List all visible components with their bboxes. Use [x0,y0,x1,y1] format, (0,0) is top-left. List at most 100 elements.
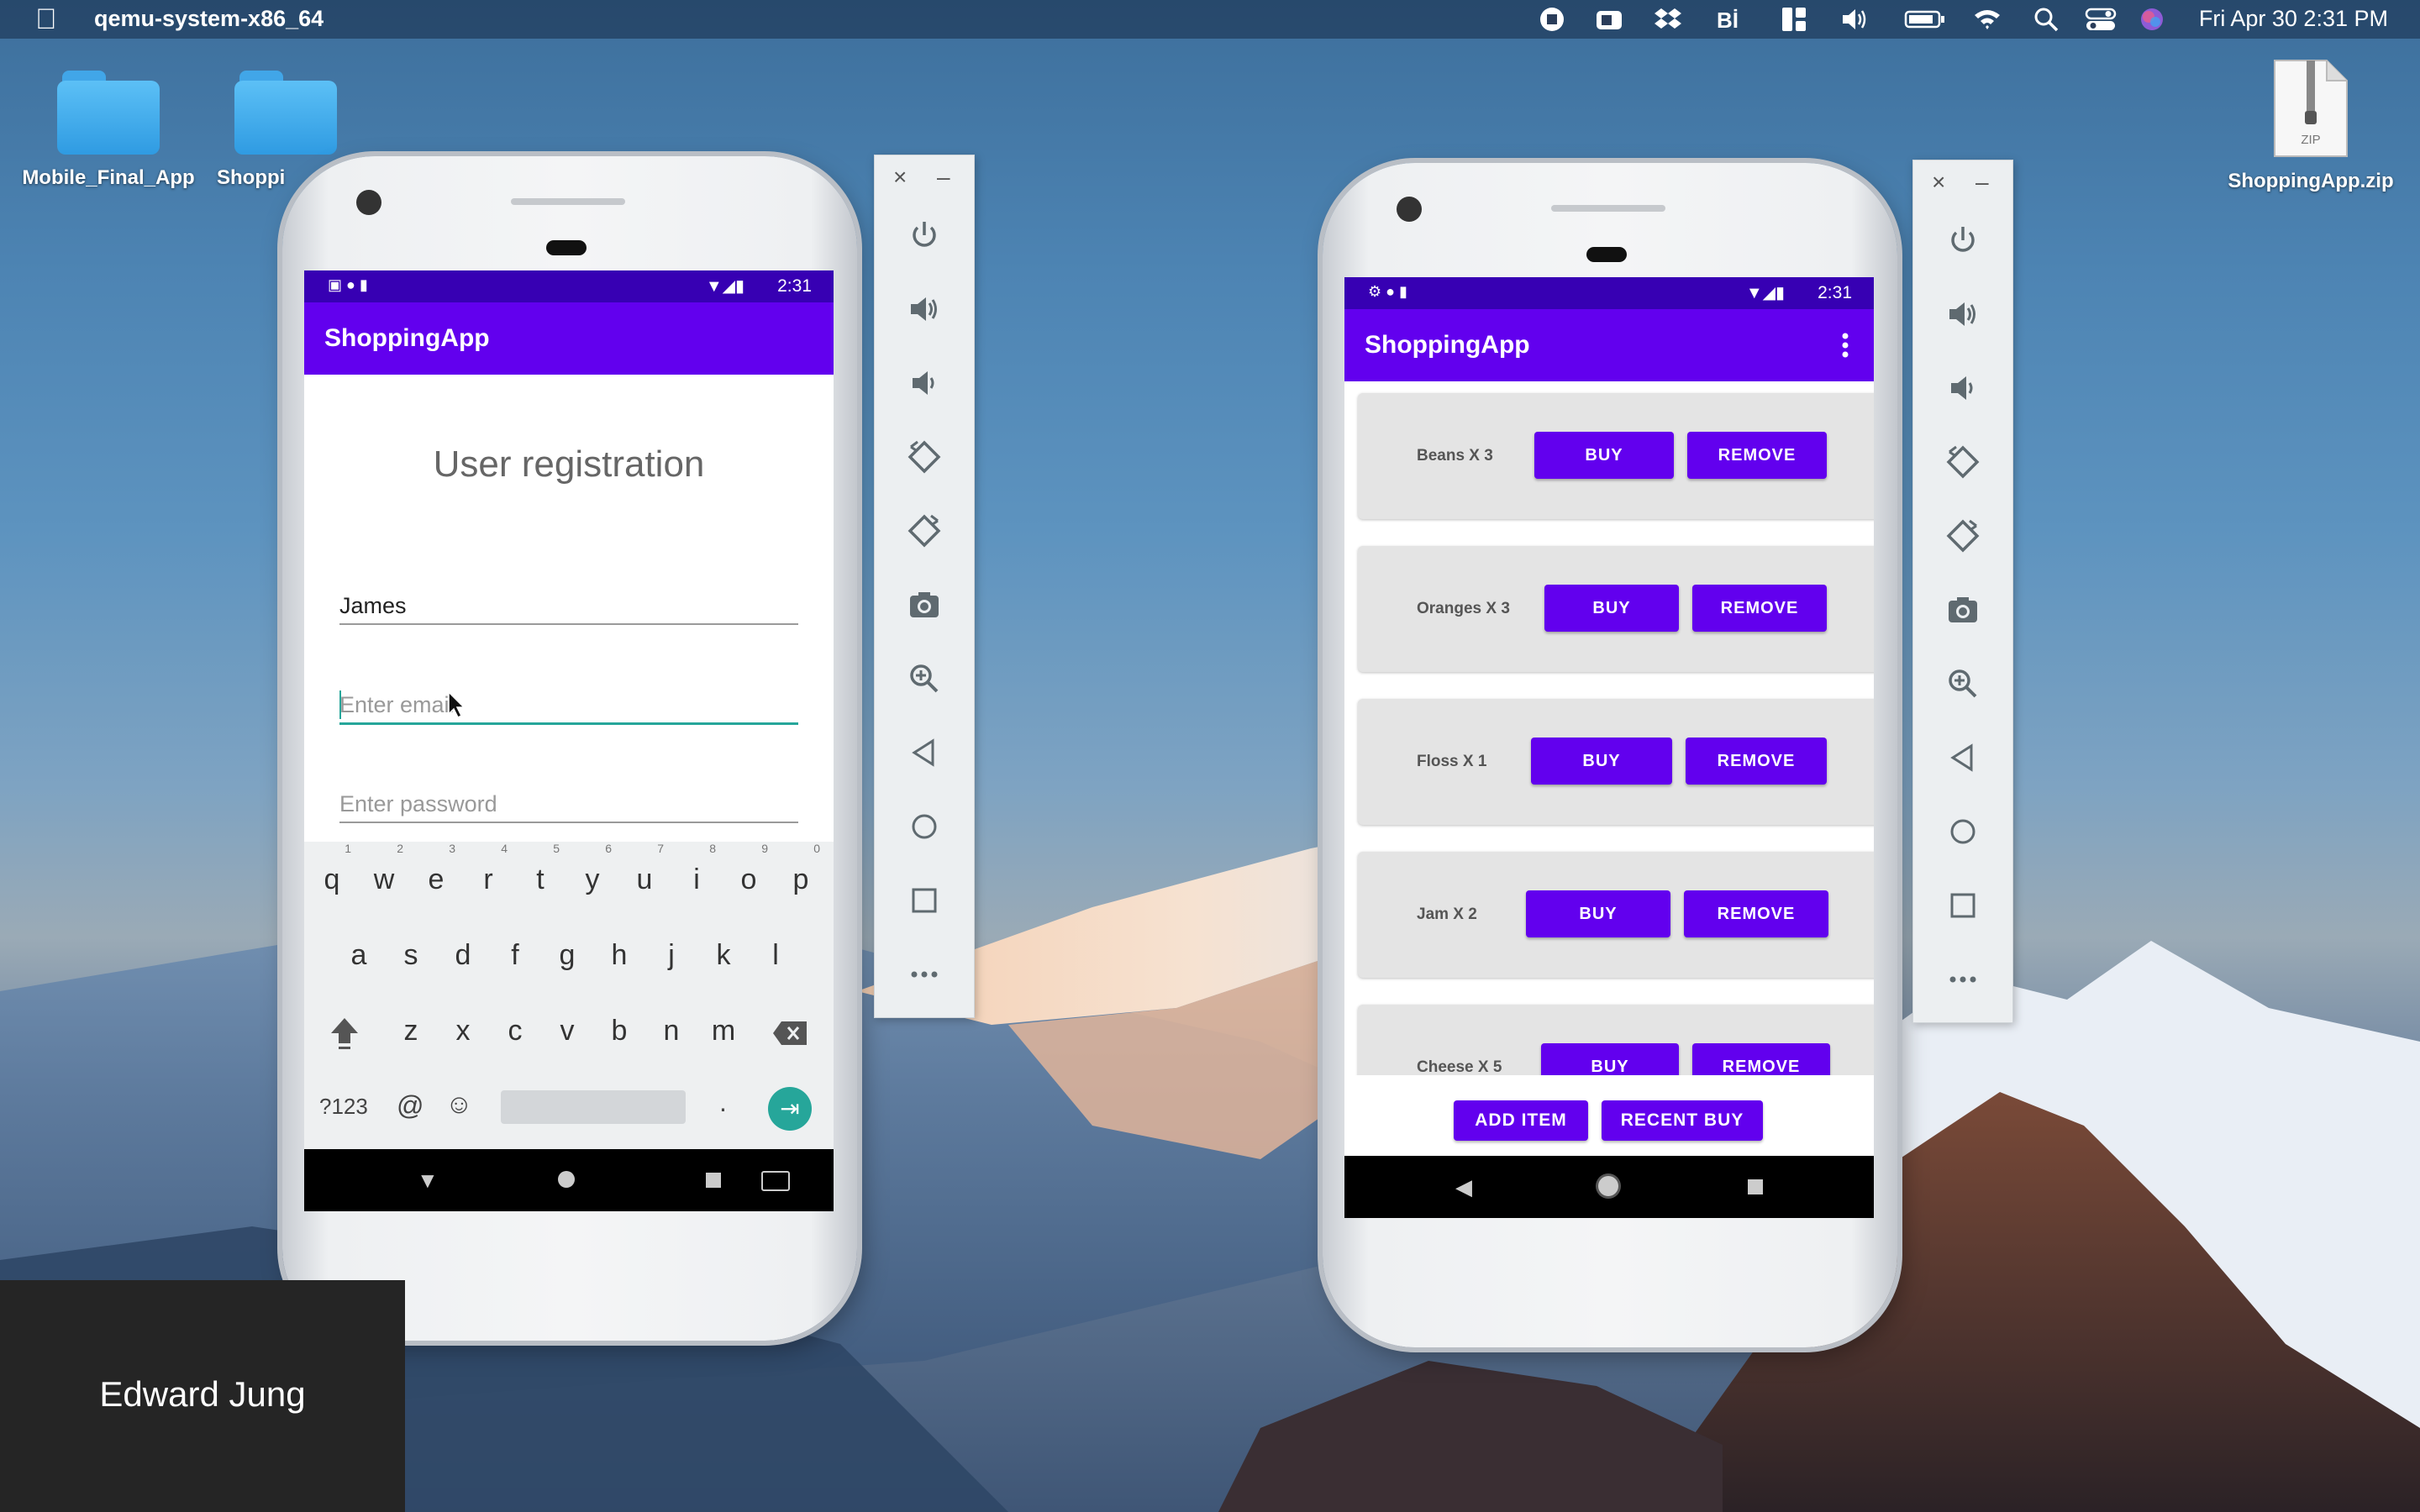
keyboard-switch-icon[interactable] [761,1171,790,1191]
overview-icon[interactable] [875,879,974,921]
home-icon[interactable] [875,806,974,848]
more-icon[interactable] [1913,958,2012,1000]
close-icon[interactable]: × [893,164,907,191]
recent-buy-button[interactable]: RECENT BUY [1602,1100,1763,1141]
remove-button[interactable]: REMOVE [1687,432,1827,479]
remove-button[interactable]: REMOVE [1692,585,1827,632]
key-h[interactable]: h [598,939,640,972]
overview-icon[interactable] [1913,885,2012,927]
home-icon[interactable] [1913,811,2012,853]
symbols-key[interactable]: ?123 [319,1094,368,1120]
spacebar[interactable] [501,1090,686,1124]
period-key[interactable]: . [719,1087,727,1118]
key-i[interactable]: i8 [676,842,718,896]
key-d[interactable]: d [442,939,484,972]
screenshot-icon[interactable] [875,584,974,626]
at-key[interactable]: @ [397,1090,424,1121]
key-c[interactable]: c [494,1015,536,1047]
key-u[interactable]: u7 [623,842,666,896]
shift-icon[interactable] [328,1015,361,1052]
minimize-icon[interactable]: – [937,164,950,191]
key-f[interactable]: f [494,939,536,972]
power-icon[interactable] [1913,219,2012,261]
volume-down-icon[interactable] [1913,367,2012,409]
buy-button[interactable]: BUY [1544,585,1679,632]
buy-button[interactable]: BUY [1531,738,1672,785]
apple-menu-icon[interactable]:  [35,3,57,36]
zoom-icon[interactable] [1913,663,2012,705]
key-n[interactable]: n [650,1015,692,1047]
buy-button[interactable]: BUY [1526,890,1670,937]
minimize-icon[interactable]: – [1975,169,1989,196]
add-item-button[interactable]: ADD ITEM [1454,1100,1588,1141]
dropbox-icon[interactable] [1654,5,1682,34]
back-icon[interactable] [1913,737,2012,779]
key-a[interactable]: a [338,939,380,972]
key-k[interactable]: k [702,939,744,972]
volume-up-icon[interactable] [1913,293,2012,335]
key-o[interactable]: o9 [728,842,770,896]
buy-button[interactable]: BUY [1541,1043,1679,1075]
email-field[interactable]: Enter email [339,692,455,718]
key-t[interactable]: t5 [519,842,561,896]
key-q[interactable]: q1 [311,842,353,896]
bi-icon[interactable]: Bİ [1716,5,1744,34]
key-j[interactable]: j [650,939,692,972]
password-field[interactable]: Enter password [339,791,497,817]
key-r[interactable]: r4 [467,842,509,896]
key-e[interactable]: e3 [415,842,457,896]
emoji-icon[interactable]: ☺ [445,1089,473,1120]
key-g[interactable]: g [546,939,588,972]
recents-nav-icon[interactable] [1748,1179,1763,1194]
rotate-right-icon[interactable] [875,510,974,552]
key-v[interactable]: v [546,1015,588,1047]
rotate-left-icon[interactable] [875,436,974,478]
name-field[interactable]: James [339,593,407,619]
home-nav-icon[interactable] [558,1171,575,1188]
power-icon[interactable] [875,214,974,256]
key-s[interactable]: s [390,939,432,972]
back-nav-icon[interactable]: ▼ [417,1168,439,1194]
zoom-icon[interactable] [875,658,974,700]
screenshot-icon[interactable] [1913,589,2012,631]
desktop-file-shoppingapp-zip[interactable]: ZIP ShoppingApp.zip [2210,59,2412,193]
remove-button[interactable]: REMOVE [1684,890,1828,937]
wifi-icon[interactable] [1973,5,2002,34]
desktop-folder-mobile-final-app[interactable]: Mobile_Final_App [12,71,205,190]
key-z[interactable]: z [390,1015,432,1047]
remove-button[interactable]: REMOVE [1686,738,1827,785]
more-icon[interactable] [875,953,974,995]
key-p[interactable]: p0 [780,842,822,896]
items-list[interactable]: Beans X 3 BUY REMOVE Oranges X 3 BUY REM… [1344,381,1874,1075]
volume-up-icon[interactable] [875,288,974,330]
volume-down-icon[interactable] [875,362,974,404]
next-field-icon[interactable]: ⇥ [768,1087,812,1131]
key-y[interactable]: y6 [571,842,613,896]
key-m[interactable]: m [702,1015,744,1047]
layout-icon[interactable] [1780,5,1808,34]
key-b[interactable]: b [598,1015,640,1047]
backspace-icon[interactable] [771,1020,808,1047]
battery-icon[interactable] [1904,5,1946,34]
key-l[interactable]: l [755,939,797,972]
stop-record-icon[interactable] [1538,5,1566,34]
rotate-left-icon[interactable] [1913,441,2012,483]
control-center-icon[interactable] [2084,5,2118,34]
rotate-right-icon[interactable] [1913,515,2012,557]
siri-icon[interactable] [2138,5,2166,34]
back-icon[interactable] [875,732,974,774]
menubar-clock[interactable]: Fri Apr 30 2:31 PM [2199,6,2388,32]
home-nav-icon[interactable] [1598,1176,1618,1196]
active-app-name[interactable]: qemu-system-x86_64 [94,6,324,32]
close-icon[interactable]: × [1932,169,1945,196]
overflow-menu-icon[interactable] [1842,333,1849,358]
search-icon[interactable] [2032,5,2060,34]
recents-nav-icon[interactable] [706,1173,721,1188]
volume-icon[interactable] [1840,5,1869,34]
buy-button[interactable]: BUY [1534,432,1674,479]
remove-button[interactable]: REMOVE [1692,1043,1830,1075]
key-w[interactable]: w2 [363,842,405,896]
back-nav-icon[interactable]: ◀ [1455,1174,1472,1200]
camera-icon[interactable] [1595,5,1623,34]
key-x[interactable]: x [442,1015,484,1047]
